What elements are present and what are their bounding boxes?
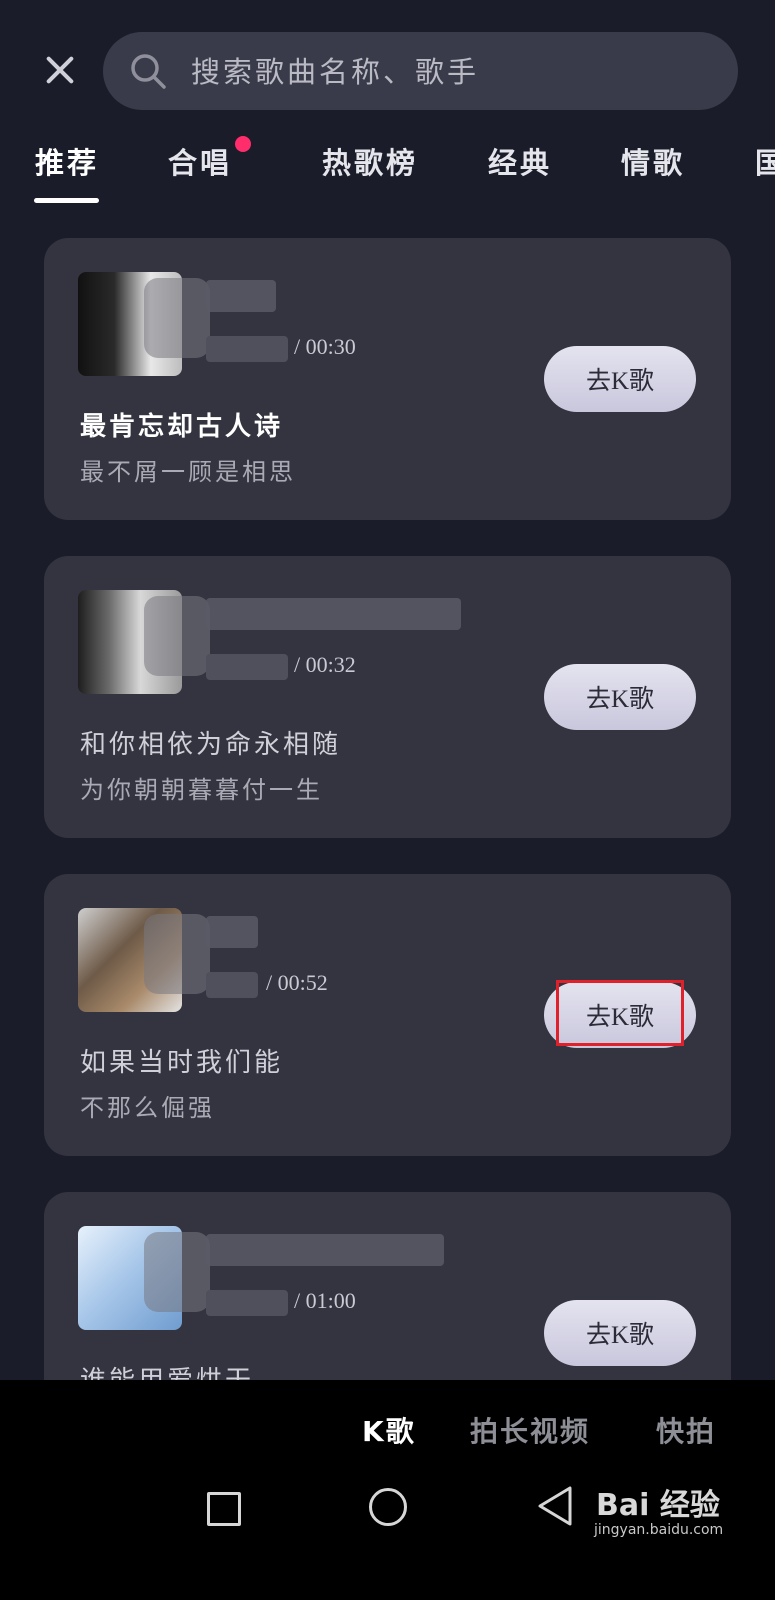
watermark-url: jingyan.baidu.com [594,1522,724,1538]
search-bar[interactable] [103,32,738,112]
mosaic-blur [144,1232,210,1312]
singer-name-mosaic [206,1234,444,1266]
tab-chorus[interactable]: 合唱 [168,140,232,182]
home-icon[interactable] [369,1488,407,1526]
singer-name-mosaic [206,280,276,312]
nav-quick-shot[interactable]: 快拍 [656,1410,716,1450]
bottom-nav: K歌 拍长视频 快拍 Bai 经验 jingyan.baidu.com [0,1380,775,1600]
mosaic-blur [144,596,210,676]
nav-k-song[interactable]: K歌 [362,1410,416,1450]
singer-name-mosaic [206,916,258,948]
lyric-line-2: 不那么倔强 [80,1094,215,1122]
search-icon [131,54,166,89]
song-duration: / 00:32 [294,652,356,677]
top-bar [0,0,775,130]
song-duration: / 00:30 [294,334,356,359]
nav-long-video[interactable]: 拍长视频 [470,1410,590,1450]
lyric-line-1: 如果当时我们能 [80,1048,284,1078]
tab-love-songs[interactable]: 情歌 [621,140,685,182]
recent-apps-icon[interactable] [207,1492,241,1526]
search-input[interactable] [189,32,713,112]
song-duration: / 01:00 [294,1288,356,1313]
lyric-line-1: 最肯忘却古人诗 [80,412,284,442]
song-card[interactable]: / 01:00 谁能用爱烘干 去K歌 [44,1192,731,1380]
date-mosaic [206,336,288,362]
tab-more[interactable]: 国 [755,140,775,182]
sing-button[interactable]: 去K歌 [544,1300,696,1366]
notification-dot [235,136,251,152]
lyric-line-1: 和你相依为命永相随 [80,730,342,760]
sing-button[interactable]: 去K歌 [544,346,696,412]
singer-name-mosaic [206,598,461,630]
mosaic-blur [144,278,210,358]
tab-classic[interactable]: 经典 [488,140,552,182]
close-icon[interactable] [40,50,80,90]
lyric-line-2: 为你朝朝暮暮付一生 [80,776,323,804]
category-tabs: 推荐 合唱 热歌榜 经典 情歌 国 [0,130,775,210]
baidu-watermark: Bai 经验 [596,1488,720,1523]
song-list: / 00:30 最肯忘却古人诗 最不屑一顾是相思 去K歌 / 00:32 和你相… [0,238,775,1380]
date-mosaic [206,654,288,680]
mosaic-blur [144,914,210,994]
tab-hot-chart[interactable]: 热歌榜 [322,140,418,182]
date-mosaic [206,1290,288,1316]
song-card[interactable]: / 00:30 最肯忘却古人诗 最不屑一顾是相思 去K歌 [44,238,731,520]
date-mosaic [206,972,258,998]
tab-recommend[interactable]: 推荐 [35,140,99,182]
song-card[interactable]: / 00:52 如果当时我们能 不那么倔强 去K歌 [44,874,731,1156]
sing-button[interactable]: 去K歌 [544,982,696,1048]
lyric-line-2: 最不屑一顾是相思 [80,458,296,486]
sing-button[interactable]: 去K歌 [544,664,696,730]
tab-active-indicator [34,198,99,203]
back-icon[interactable] [534,1484,578,1528]
lyric-line-1: 谁能用爱烘干 [80,1360,254,1380]
song-duration: / 00:52 [266,970,328,995]
song-card[interactable]: / 00:32 和你相依为命永相随 为你朝朝暮暮付一生 去K歌 [44,556,731,838]
